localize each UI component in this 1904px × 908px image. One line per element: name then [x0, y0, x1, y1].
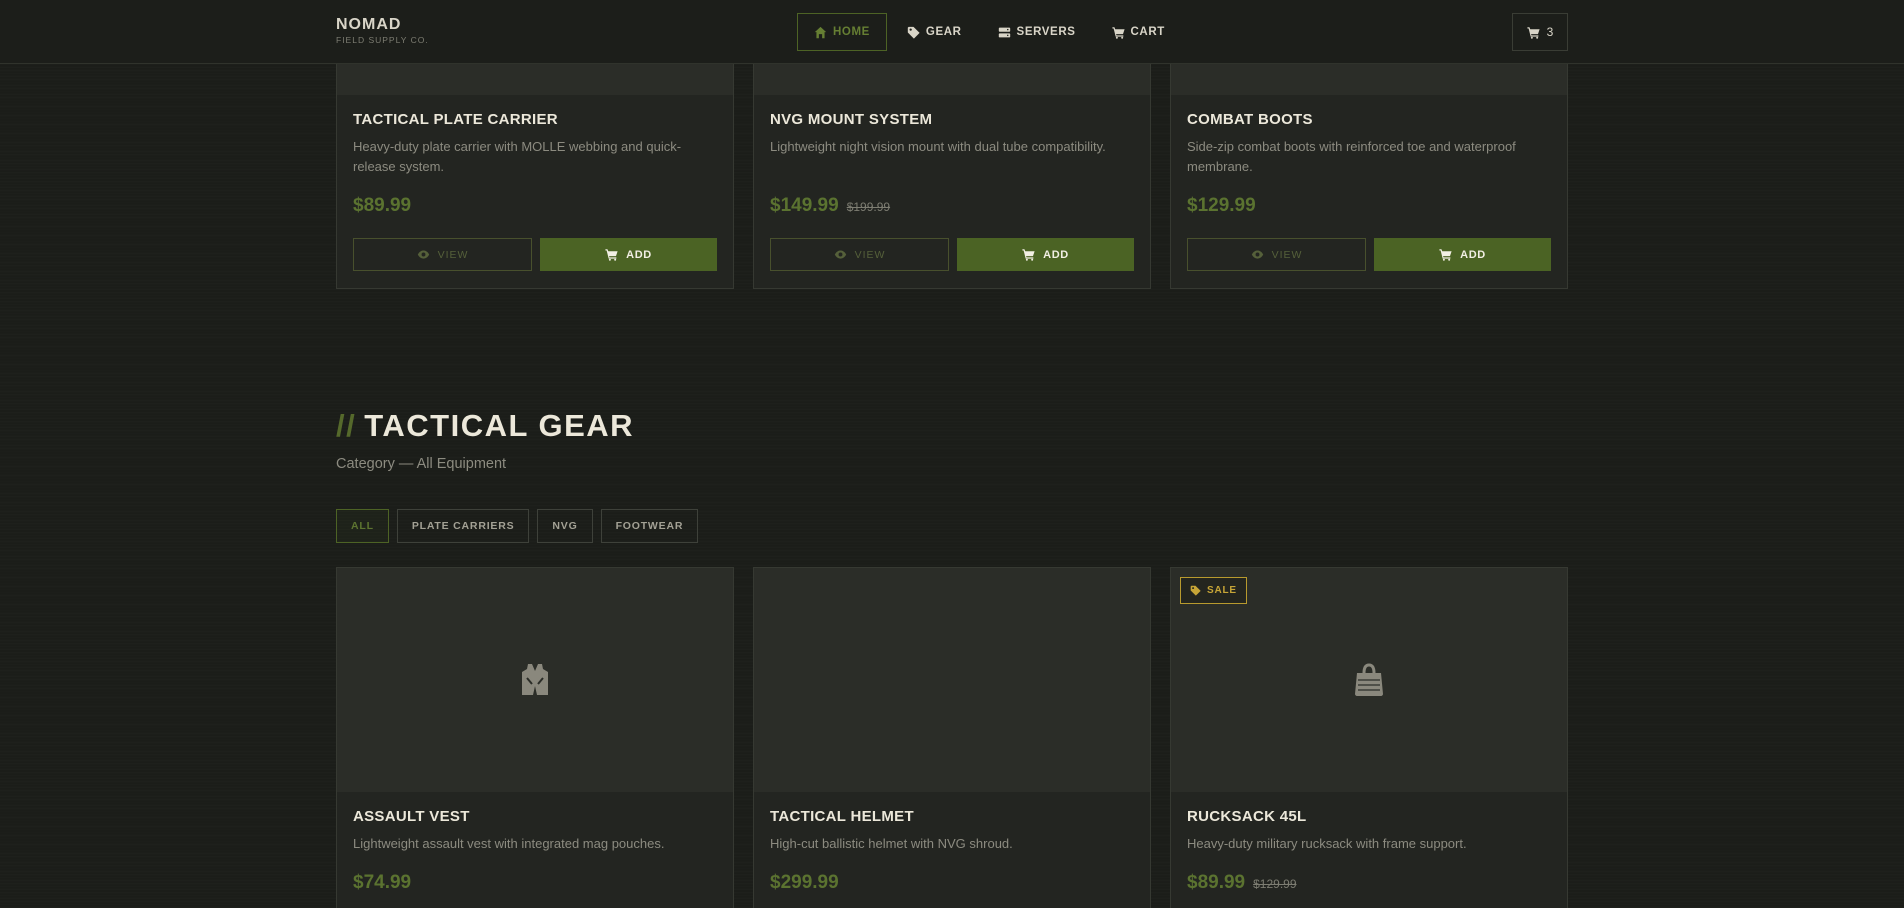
product-price: $299.99 [770, 872, 839, 893]
product-title[interactable]: TACTICAL HELMET [770, 808, 1134, 825]
cart-icon [1111, 26, 1125, 39]
add-label: ADD [1043, 248, 1069, 261]
add-label: ADD [626, 248, 652, 261]
product-card: TACTICAL HELMET High-cut ballistic helme… [753, 567, 1151, 908]
section-title-slashes: // [336, 408, 357, 443]
product-price: $129.99 [1187, 195, 1256, 216]
view-button[interactable]: VIEW [353, 238, 532, 271]
tag-icon [907, 26, 920, 39]
product-price: $89.99 [1187, 872, 1246, 893]
main-nav: HOME GEAR SERVERS CART [797, 13, 1185, 51]
filter-nvg[interactable]: NVG [537, 509, 593, 543]
product-description: Side-zip combat boots with reinforced to… [1187, 139, 1516, 174]
product-card: COMBAT BOOTS Side-zip combat boots with … [1170, 40, 1568, 289]
section-title-text: TACTICAL GEAR [364, 408, 635, 443]
product-old-price: $199.99 [846, 200, 891, 214]
filter-all[interactable]: ALL [336, 509, 389, 543]
brand-name: NOMAD [336, 16, 402, 33]
product-card: TACTICAL PLATE CARRIER Heavy-duty plate … [336, 40, 734, 289]
product-title[interactable]: ASSAULT VEST [353, 808, 717, 825]
cart-icon [1527, 26, 1540, 39]
nav-label-home: HOME [833, 26, 870, 38]
product-description: Lightweight assault vest with integrated… [353, 836, 665, 851]
server-icon [998, 27, 1010, 37]
sale-badge: SALE [1180, 577, 1247, 604]
product-card: ASSAULT VEST Lightweight assault vest wi… [336, 567, 734, 908]
section-subtitle: Category — All Equipment [336, 456, 507, 472]
nav-item-home[interactable]: HOME [797, 13, 887, 51]
view-button[interactable]: VIEW [770, 238, 949, 271]
product-image [337, 568, 733, 792]
bag-icon [1355, 663, 1383, 696]
nav-item-servers[interactable]: SERVERS [982, 13, 1092, 51]
cart-plus-icon [1022, 249, 1035, 261]
product-price: $89.99 [353, 195, 412, 216]
product-image [754, 568, 1150, 792]
product-card: NVG MOUNT SYSTEM Lightweight night visio… [753, 40, 1151, 289]
filter-footwear[interactable]: FOOTWEAR [600, 509, 699, 543]
product-old-price: $129.99 [1253, 877, 1297, 891]
add-to-cart-button[interactable]: ADD [1374, 238, 1551, 271]
brand-subtitle: FIELD SUPPLY CO. [336, 35, 429, 45]
product-title[interactable]: NVG MOUNT SYSTEM [770, 111, 1134, 128]
product-price: $149.99 [770, 195, 839, 216]
nav-item-gear[interactable]: GEAR [891, 13, 978, 51]
cart-count-button[interactable]: 3 [1512, 13, 1568, 51]
cart-plus-icon [1439, 249, 1452, 261]
nav-item-cart[interactable]: CART [1096, 13, 1181, 51]
nav-label-cart: CART [1130, 26, 1165, 38]
nav-label-servers: SERVERS [1016, 26, 1076, 38]
view-label: VIEW [1271, 248, 1303, 261]
brand-logo[interactable]: NOMAD FIELD SUPPLY CO. [336, 16, 429, 45]
home-icon [814, 26, 827, 38]
vest-icon [522, 664, 548, 695]
product-title[interactable]: RUCKSACK 45L [1187, 808, 1551, 825]
nav-label-gear: GEAR [925, 26, 962, 38]
section-title: //TACTICAL GEAR [336, 408, 634, 444]
product-description: Lightweight night vision mount with dual… [770, 139, 1106, 154]
product-description: High-cut ballistic helmet with NVG shrou… [770, 836, 1013, 851]
product-title[interactable]: COMBAT BOOTS [1187, 111, 1551, 128]
product-description: Heavy-duty plate carrier with MOLLE webb… [353, 139, 682, 174]
cart-plus-icon [605, 249, 618, 261]
view-button[interactable]: VIEW [1187, 238, 1366, 271]
tag-icon [1190, 585, 1201, 596]
product-description: Heavy-duty military rucksack with frame … [1187, 836, 1467, 851]
view-label: VIEW [437, 248, 469, 261]
add-to-cart-button[interactable]: ADD [540, 238, 717, 271]
filter-plate-carriers[interactable]: PLATE CARRIERS [396, 509, 530, 543]
product-card: SALE RUCKSACK 45L Heavy-duty military ru… [1170, 567, 1568, 908]
eye-icon [417, 250, 429, 259]
view-label: VIEW [854, 248, 886, 261]
category-filters: ALL PLATE CARRIERS NVG FOOTWEAR [336, 509, 699, 543]
sale-badge-label: SALE [1207, 585, 1237, 596]
eye-icon [834, 250, 846, 259]
product-price: $74.99 [353, 872, 412, 893]
cart-count: 3 [1546, 25, 1554, 39]
add-label: ADD [1460, 248, 1486, 261]
site-header: NOMAD FIELD SUPPLY CO. HOME GEAR SERVERS… [0, 0, 1904, 64]
add-to-cart-button[interactable]: ADD [957, 238, 1134, 271]
product-title[interactable]: TACTICAL PLATE CARRIER [353, 111, 717, 128]
eye-icon [1251, 250, 1263, 259]
